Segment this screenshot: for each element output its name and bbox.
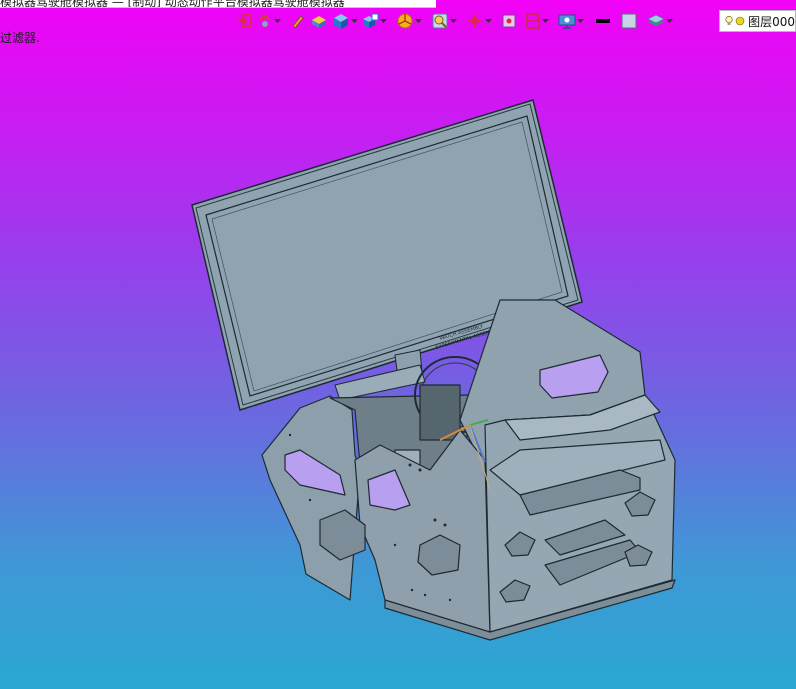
line-color-icon [596, 19, 610, 23]
chevron-down-icon [380, 11, 387, 31]
exit-sketch-icon [238, 14, 252, 28]
pencil-icon [292, 15, 304, 29]
pencil-button[interactable] [289, 11, 307, 31]
render-tools-button[interactable] [395, 11, 422, 31]
chevron-down-icon [542, 11, 549, 31]
fill-color-icon [621, 13, 637, 29]
chevron-down-icon [485, 11, 492, 31]
chevron-down-icon [577, 11, 584, 31]
coordinate-icon [468, 14, 482, 28]
display-style-button[interactable] [331, 11, 358, 31]
graphics-viewport[interactable]: WATCH ASSEMBLY EXPERIMENTAL ASSEMBLY [0, 0, 796, 689]
exit-sketch-button[interactable] [236, 11, 254, 31]
zoom-icon [432, 13, 448, 29]
hide-show-button[interactable] [524, 11, 549, 31]
layer-selector[interactable]: 图层000 [719, 10, 796, 32]
zoom-button[interactable] [430, 11, 457, 31]
view-orientation-button[interactable] [360, 11, 387, 31]
fill-color-button[interactable] [620, 11, 638, 31]
chevron-down-icon [351, 11, 358, 31]
section-view-button[interactable] [500, 11, 518, 31]
view-orientation-icon [363, 13, 379, 28]
monitor-view-button[interactable] [557, 11, 584, 31]
section-view-icon [502, 14, 516, 28]
layer-stack-icon [647, 14, 665, 26]
line-color-button[interactable] [594, 11, 612, 31]
display-style-icon [334, 14, 348, 29]
appearance-icon [312, 16, 326, 28]
axis-tool-button[interactable] [256, 11, 281, 31]
axis-tool-icon [259, 13, 271, 27]
coordinate-button[interactable] [465, 11, 492, 31]
lightbulb-icon [725, 15, 733, 25]
chevron-down-icon [450, 11, 457, 31]
monitor-icon [558, 14, 576, 29]
heads-up-toolbar [236, 10, 796, 32]
chevron-down-icon [274, 11, 281, 31]
render-tools-icon [397, 13, 413, 29]
chevron-down-icon [415, 11, 422, 31]
hide-show-icon [526, 13, 540, 29]
layer-name: 图层000 [748, 14, 795, 29]
appearance-button[interactable] [309, 11, 329, 31]
layer-stack-button[interactable] [646, 11, 673, 31]
chevron-down-icon [666, 11, 673, 31]
layer-color-dot-icon [735, 16, 745, 26]
